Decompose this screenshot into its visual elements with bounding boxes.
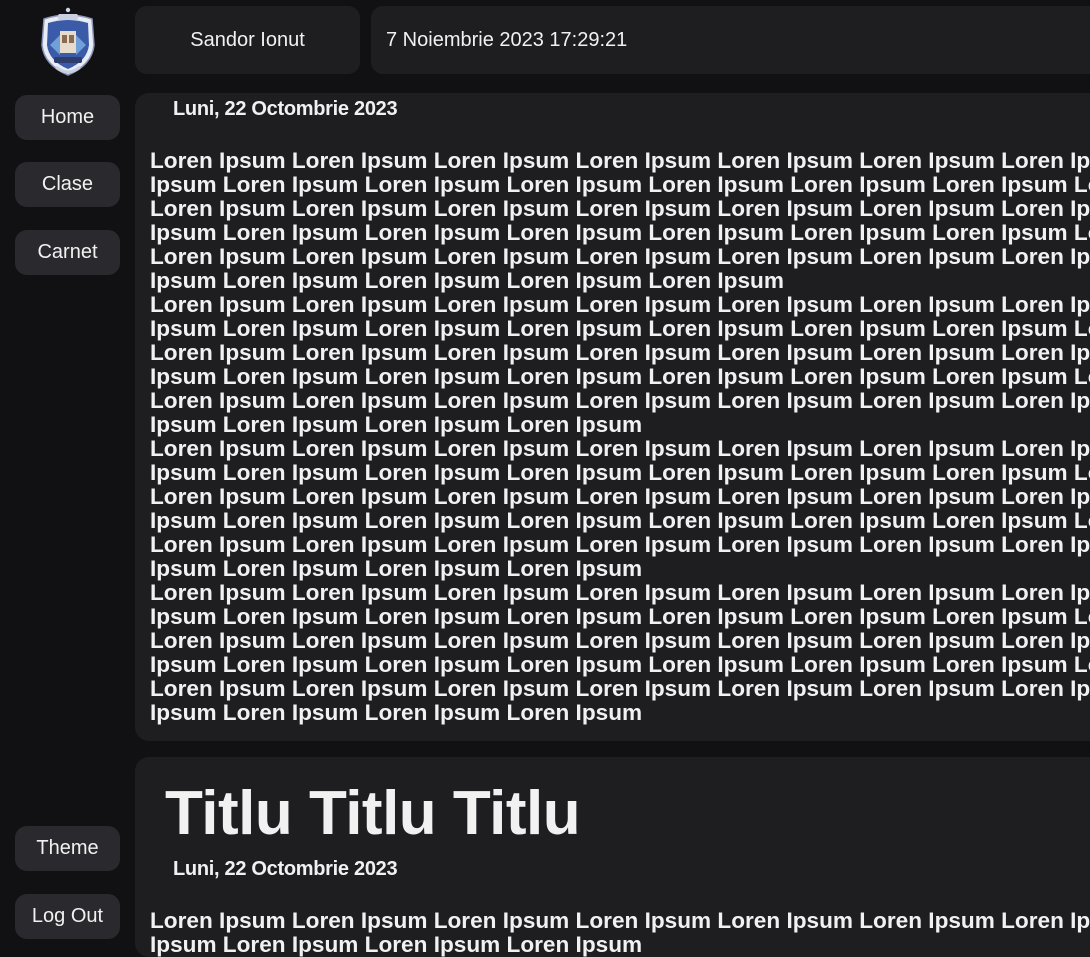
post-title: Titlu Titlu Titlu	[165, 779, 581, 848]
post-date: Luni, 22 Octombrie 2023	[173, 98, 398, 120]
post-date: Luni, 22 Octombrie 2023	[173, 858, 398, 880]
post-body: Loren Ipsum Loren Ipsum Loren Ipsum Lore…	[150, 149, 1090, 725]
post-paragraph: Loren Ipsum Loren Ipsum Loren Ipsum Lore…	[150, 908, 1090, 957]
nav-home-button[interactable]: Home	[15, 95, 120, 140]
nav-carnet-label: Carnet	[37, 241, 98, 263]
theme-button[interactable]: Theme	[15, 826, 120, 871]
post-paragraph: Loren Ipsum Loren Ipsum Loren Ipsum Lore…	[150, 148, 1090, 293]
user-name-box: Sandor Ionut	[135, 6, 360, 74]
post-paragraph: Loren Ipsum Loren Ipsum Loren Ipsum Lore…	[150, 436, 1090, 581]
post-card: Luni, 22 Octombrie 2023 Loren Ipsum Lore…	[135, 93, 1090, 741]
logout-label: Log Out	[31, 905, 104, 927]
nav-carnet-button[interactable]: Carnet	[15, 230, 120, 275]
school-crest-logo	[41, 7, 95, 76]
theme-label: Theme	[36, 837, 99, 859]
logout-button[interactable]: Log Out	[15, 894, 120, 939]
user-name: Sandor Ionut	[190, 28, 305, 51]
nav-clase-label: Clase	[41, 173, 94, 195]
post-body: Loren Ipsum Loren Ipsum Loren Ipsum Lore…	[150, 909, 1090, 957]
post-paragraph: Loren Ipsum Loren Ipsum Loren Ipsum Lore…	[150, 580, 1090, 725]
datetime-box: 7 Noiembrie 2023 17:29:21	[371, 6, 1090, 74]
post-paragraph: Loren Ipsum Loren Ipsum Loren Ipsum Lore…	[150, 292, 1090, 437]
nav-clase-button[interactable]: Clase	[15, 162, 120, 207]
nav-home-label: Home	[40, 106, 95, 128]
current-datetime: 7 Noiembrie 2023 17:29:21	[386, 28, 628, 51]
sidebar: Home Clase Carnet Theme Log Out	[0, 0, 135, 939]
post-card: Titlu Titlu Titlu Luni, 22 Octombrie 202…	[135, 757, 1090, 957]
